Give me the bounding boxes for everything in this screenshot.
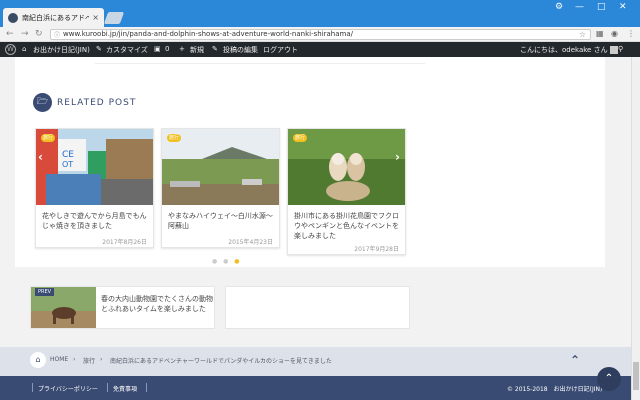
new-tab-button[interactable]: [103, 12, 125, 24]
admin-new[interactable]: 新規: [190, 45, 204, 55]
card-date: 2015年4月23日: [228, 239, 273, 246]
card-title: 掛川市にある掛川花鳥園でフクロウやペンギンと色んなイベントを楽しみました: [294, 212, 399, 240]
maximize-icon[interactable]: □: [597, 2, 606, 12]
svg-text:OT: OT: [62, 160, 73, 169]
next-post-placeholder: [225, 286, 410, 329]
prev-post-image: PREV: [31, 287, 96, 328]
back-to-top-button[interactable]: ⌃: [597, 367, 621, 391]
admin-logout[interactable]: ログアウト: [263, 45, 298, 55]
close-window-icon[interactable]: ✕: [619, 2, 627, 12]
kebab-menu-icon[interactable]: ⋮: [627, 29, 635, 38]
home-icon: ⌂: [22, 45, 27, 53]
category-tag: 旅行: [167, 134, 181, 142]
back-icon[interactable]: ←: [6, 29, 14, 39]
card-title: やまなみハイウェイ～白川水源～阿蘇山: [168, 212, 273, 230]
reload-icon[interactable]: ↻: [35, 29, 43, 39]
scrollbar[interactable]: [631, 57, 640, 400]
related-card[interactable]: 旅行 やまなみハイウェイ～白川水源～阿蘇山 2015年4月23日: [161, 128, 280, 248]
brush-icon: ✎: [96, 45, 102, 53]
greeting-text: こんにちは、odekake さん: [520, 46, 608, 54]
related-card[interactable]: CE OT 旅行 花やしきで遊んでから月島でもんじゃ焼きを頂きました 2017年…: [35, 128, 154, 248]
breadcrumb-sep: ›: [100, 356, 103, 363]
admin-comments-count[interactable]: 0: [165, 45, 169, 53]
camera-icon[interactable]: ◉: [611, 29, 618, 38]
page-info-icon[interactable]: ⓘ: [54, 31, 60, 40]
url-text: www.kuroobi.jp/jin/panda-and-dolphin-sho…: [63, 30, 354, 38]
divider: [107, 383, 108, 392]
browser-toolbar: ← → ↻ ⓘ www.kuroobi.jp/jin/panda-and-dol…: [0, 27, 640, 42]
chevron-up-icon[interactable]: ⌃: [570, 353, 580, 367]
forward-icon[interactable]: →: [21, 29, 29, 39]
footer-privacy-link[interactable]: プライバシーポリシー: [38, 384, 98, 393]
tab-title: 南紀白浜にあるアドベンチャ: [22, 13, 90, 22]
carousel-prev-icon[interactable]: ‹: [38, 150, 43, 164]
breadcrumb-category[interactable]: 旅行: [83, 356, 95, 365]
card-image: 旅行: [162, 129, 279, 205]
wordpress-logo-icon[interactable]: W: [5, 44, 16, 55]
carousel-next-icon[interactable]: ›: [395, 150, 400, 164]
carousel-dots[interactable]: ● ● ●: [212, 258, 242, 265]
comment-icon[interactable]: ▣: [154, 45, 161, 53]
svg-text:CE: CE: [62, 150, 74, 160]
breadcrumb-current: 南紀白浜にあるアドベンチャーワールドでパンダやイルカのショーを見てきました: [110, 358, 332, 365]
related-card[interactable]: 旅行 掛川市にある掛川花鳥園でフクロウやペンギンと色んなイベントを楽しみました …: [287, 128, 406, 255]
prev-post-link[interactable]: PREV 春の大内山動物園でたくさんの動物とふれあいタイムを楽しみました: [30, 286, 215, 329]
admin-greeting[interactable]: こんにちは、odekake さん: [520, 45, 618, 55]
tab-close-icon[interactable]: ×: [92, 13, 99, 22]
site-favicon-icon: [8, 12, 18, 23]
user-icon[interactable]: ⚙: [555, 2, 563, 12]
plus-icon: +: [179, 45, 185, 53]
footer-disclaimer-link[interactable]: 免責事項: [113, 384, 137, 393]
divider: [146, 383, 147, 392]
breadcrumb-home[interactable]: HOME: [50, 356, 68, 363]
card-image: CE OT 旅行: [36, 129, 153, 205]
browser-tab[interactable]: 南紀白浜にあるアドベンチャ ×: [3, 8, 104, 27]
minimize-icon[interactable]: —: [575, 2, 584, 12]
avatar: [609, 46, 618, 54]
card-date: 2017年8月26日: [102, 239, 147, 246]
copyright: © 2015-2018 お出かけ日記(JIN): [507, 386, 603, 393]
admin-edit-post[interactable]: 投稿の編集: [223, 45, 258, 55]
admin-customize[interactable]: カスタマイズ: [106, 45, 148, 55]
related-post-heading: RELATED POST: [57, 98, 137, 108]
star-icon[interactable]: ☆: [579, 30, 586, 39]
browser-titlebar: 南紀白浜にあるアドベンチャ × ⚙ — □ ✕: [0, 0, 640, 27]
divider: [32, 383, 33, 392]
search-icon[interactable]: ⚲: [618, 45, 623, 53]
address-bar[interactable]: ⓘ www.kuroobi.jp/jin/panda-and-dolphin-s…: [50, 29, 591, 40]
breadcrumb-sep: ›: [73, 356, 76, 363]
prev-label: PREV: [35, 288, 55, 296]
folder-open-icon: 🗁: [33, 93, 52, 112]
site-footer: プライバシーポリシー 免責事項 © 2015-2018 お出かけ日記(JIN): [0, 376, 631, 400]
category-tag: 旅行: [293, 134, 307, 142]
card-title: 花やしきで遊んでから月島でもんじゃ焼きを頂きました: [42, 212, 147, 230]
prev-post-title: 春の大内山動物園でたくさんの動物とふれあいタイムを楽しみました: [101, 295, 213, 313]
pencil-icon: ✎: [212, 45, 218, 53]
wp-admin-bar: W ⌂ お出かけ日記(JIN) ✎ カスタマイズ ▣ 0 + 新規 ✎ 投稿の編…: [0, 42, 640, 57]
category-tag: 旅行: [41, 134, 55, 142]
admin-site-name[interactable]: お出かけ日記(JIN): [33, 45, 90, 55]
divider: [95, 63, 425, 64]
scrollbar-thumb[interactable]: [633, 362, 639, 390]
card-date: 2017年9月28日: [354, 246, 399, 253]
home-icon[interactable]: ⌂: [30, 352, 46, 368]
extension-icon[interactable]: ▦: [596, 29, 604, 38]
card-image: 旅行: [288, 129, 405, 205]
